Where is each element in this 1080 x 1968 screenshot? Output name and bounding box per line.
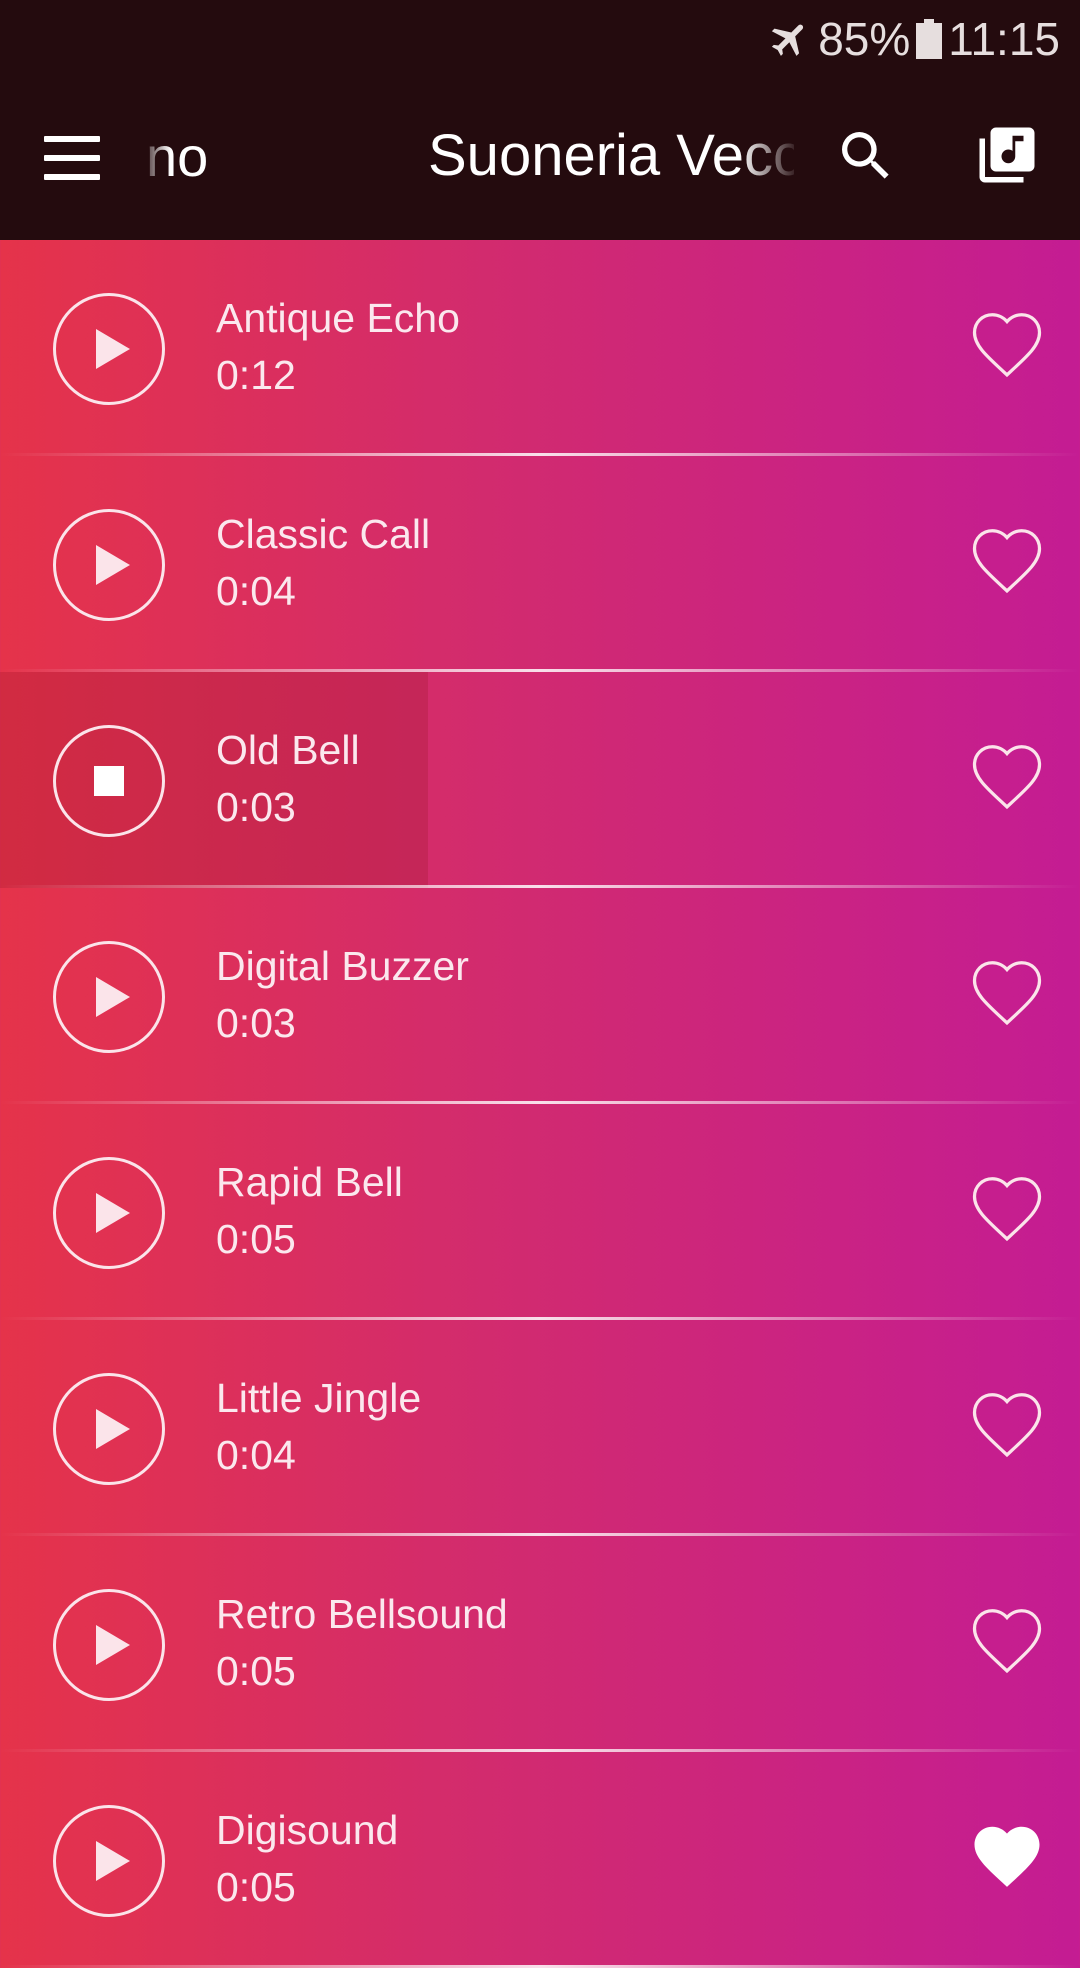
stop-button[interactable] — [53, 725, 165, 837]
play-icon — [96, 545, 130, 585]
app-title: Suoneria Vecc — [428, 123, 794, 188]
clock: 11:15 — [948, 13, 1060, 65]
tab-partial[interactable]: no — [146, 124, 216, 189]
ringtone-text: Digital Buzzer 0:03 — [216, 940, 469, 1050]
airplane-mode-icon — [772, 24, 804, 56]
ringtone-title: Retro Bellsound — [216, 1591, 508, 1637]
heart-icon[interactable] — [968, 740, 1046, 812]
play-button[interactable] — [53, 1157, 165, 1269]
ringtone-row[interactable]: Old Bell 0:03 — [0, 672, 1080, 888]
ringtone-duration: 0:05 — [216, 1648, 296, 1694]
ringtone-duration: 0:03 — [216, 1000, 296, 1046]
ringtone-text: Classic Call 0:04 — [216, 508, 430, 618]
play-icon — [96, 1841, 130, 1881]
stop-icon — [94, 766, 124, 796]
heart-icon[interactable] — [968, 524, 1046, 596]
heart-icon[interactable] — [968, 308, 1046, 380]
play-icon — [96, 1625, 130, 1665]
ringtone-duration: 0:04 — [216, 568, 296, 614]
search-icon[interactable] — [834, 124, 898, 188]
ringtone-text: Little Jingle 0:04 — [216, 1372, 421, 1482]
play-icon — [96, 1409, 130, 1449]
heart-icon[interactable] — [968, 1388, 1046, 1460]
ringtone-list: Antique Echo 0:12 Classic Call 0:04 Old … — [0, 240, 1080, 1968]
battery-percentage: 85% — [818, 13, 911, 65]
ringtone-text: Digisound 0:05 — [216, 1804, 398, 1914]
ringtone-row[interactable]: Rapid Bell 0:05 — [0, 1104, 1080, 1320]
ringtone-row[interactable]: Retro Bellsound 0:05 — [0, 1536, 1080, 1752]
ringtone-text: Retro Bellsound 0:05 — [216, 1588, 508, 1698]
play-button[interactable] — [53, 1805, 165, 1917]
ringtone-title: Rapid Bell — [216, 1159, 403, 1205]
heart-icon[interactable] — [968, 956, 1046, 1028]
ringtone-duration: 0:03 — [216, 784, 296, 830]
play-icon — [96, 977, 130, 1017]
ringtone-duration: 0:12 — [216, 352, 296, 398]
ringtone-title: Antique Echo — [216, 295, 460, 341]
heart-icon[interactable] — [968, 1172, 1046, 1244]
play-button[interactable] — [53, 509, 165, 621]
play-button[interactable] — [53, 941, 165, 1053]
menu-icon[interactable] — [44, 136, 100, 182]
ringtone-title: Digital Buzzer — [216, 943, 469, 989]
play-button[interactable] — [53, 1373, 165, 1485]
ringtone-row[interactable]: Classic Call 0:04 — [0, 456, 1080, 672]
ringtone-title: Little Jingle — [216, 1375, 422, 1421]
ringtone-duration: 0:05 — [216, 1216, 296, 1262]
status-indicators: 85% 11:15 — [768, 0, 1060, 78]
ringtone-row[interactable]: Digisound 0:05 — [0, 1752, 1080, 1968]
ringtone-row[interactable]: Digital Buzzer 0:03 — [0, 888, 1080, 1104]
ringtone-row[interactable]: Antique Echo 0:12 — [0, 240, 1080, 456]
ringtone-text: Old Bell 0:03 — [216, 724, 360, 834]
play-icon — [96, 1193, 130, 1233]
ringtone-text: Antique Echo 0:12 — [216, 292, 460, 402]
heart-filled-icon[interactable] — [968, 1820, 1046, 1892]
status-bar: 85% 11:15 — [0, 0, 1080, 78]
heart-icon[interactable] — [968, 1604, 1046, 1676]
ringtone-title: Old Bell — [216, 727, 360, 773]
ringtone-text: Rapid Bell 0:05 — [216, 1156, 403, 1266]
battery-icon — [916, 19, 943, 59]
app-bar: no Suoneria Vecc — [0, 78, 1080, 240]
play-icon — [96, 329, 130, 369]
ringtone-title: Classic Call — [216, 511, 431, 557]
ringtone-title: Digisound — [216, 1807, 399, 1853]
ringtone-duration: 0:04 — [216, 1432, 296, 1478]
ringtone-row[interactable]: Little Jingle 0:04 — [0, 1320, 1080, 1536]
play-button[interactable] — [53, 1589, 165, 1701]
ringtone-duration: 0:05 — [216, 1864, 296, 1910]
play-button[interactable] — [53, 293, 165, 405]
music-library-icon[interactable] — [974, 122, 1040, 188]
